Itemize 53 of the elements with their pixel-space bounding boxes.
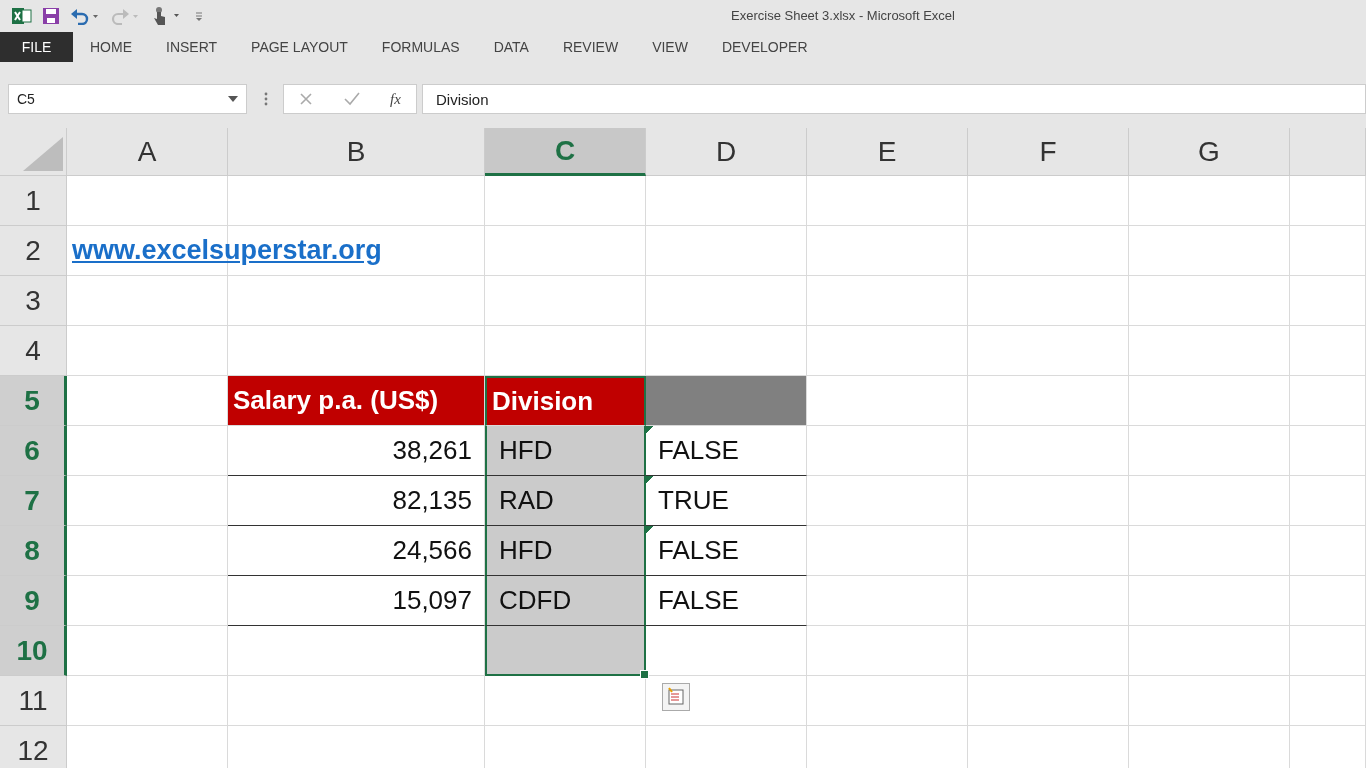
customize-toolbar-icon[interactable] — [194, 10, 204, 22]
row-header[interactable]: 1 — [0, 176, 67, 226]
column-header[interactable]: G — [1129, 128, 1290, 176]
row-header[interactable]: 10 — [0, 626, 67, 676]
column-header[interactable]: C — [485, 128, 646, 176]
row-header[interactable]: 6 — [0, 426, 67, 476]
row-header[interactable]: 7 — [0, 476, 67, 526]
row-header[interactable]: 11 — [0, 676, 67, 726]
header-cell: Salary p.a. (US$) — [228, 376, 485, 426]
ribbon-tab[interactable]: DEVELOPER — [704, 32, 825, 62]
resize-handle-icon[interactable] — [264, 92, 268, 106]
window-title: Exercise Sheet 3.xlsx - Microsoft Excel — [730, 8, 955, 23]
row-header[interactable]: 3 — [0, 276, 67, 326]
column-header[interactable]: B — [228, 128, 485, 176]
column-header[interactable]: E — [807, 128, 968, 176]
row-header[interactable]: 5 — [0, 376, 67, 426]
cancel-icon[interactable] — [299, 92, 314, 106]
ribbon-tab[interactable]: HOME — [73, 32, 149, 62]
table-cell: FALSE — [646, 576, 807, 626]
row-header[interactable]: 2 — [0, 226, 67, 276]
enter-check-icon[interactable] — [343, 92, 360, 106]
ribbon-tab[interactable]: INSERT — [149, 32, 235, 62]
table-cell: RAD — [485, 476, 646, 526]
ribbon-tab[interactable]: DATA — [476, 32, 546, 62]
table-cell: FALSE — [646, 526, 807, 576]
dropdown-caret-icon[interactable] — [228, 96, 238, 102]
header-cell: Division — [485, 376, 646, 426]
column-header[interactable]: A — [67, 128, 228, 176]
column-header[interactable]: D — [646, 128, 807, 176]
undo-icon[interactable] — [70, 7, 100, 25]
ribbon-tab[interactable]: REVIEW — [545, 32, 636, 62]
save-icon[interactable] — [42, 7, 60, 25]
ribbon-tab[interactable]: VIEW — [635, 32, 705, 62]
row-header[interactable]: 8 — [0, 526, 67, 576]
file-menu-button[interactable]: FILE — [0, 32, 73, 62]
ribbon-tab[interactable]: FORMULAS — [364, 32, 477, 62]
row-header[interactable]: 9 — [0, 576, 67, 626]
fill-handle[interactable] — [640, 670, 649, 679]
table-cell: FALSE — [646, 426, 807, 476]
table-cell: HFD — [485, 526, 646, 576]
hyperlink[interactable]: www.excelsuperstar.org — [72, 235, 382, 266]
column-header[interactable]: F — [968, 128, 1129, 176]
ribbon-tab[interactable]: PAGE LAYOUT — [234, 32, 365, 62]
row-header[interactable]: 12 — [0, 726, 67, 768]
quick-analysis-icon[interactable] — [662, 683, 690, 711]
row-header[interactable]: 4 — [0, 326, 67, 376]
excel-logo-icon — [12, 6, 32, 26]
name-box[interactable]: C5 — [8, 84, 247, 114]
formula-input[interactable]: Division — [422, 84, 1366, 114]
insert-function-button[interactable]: fx — [389, 90, 401, 108]
table-cell: HFD — [485, 426, 646, 476]
table-cell: TRUE — [646, 476, 807, 526]
table-cell: CDFD — [485, 576, 646, 626]
